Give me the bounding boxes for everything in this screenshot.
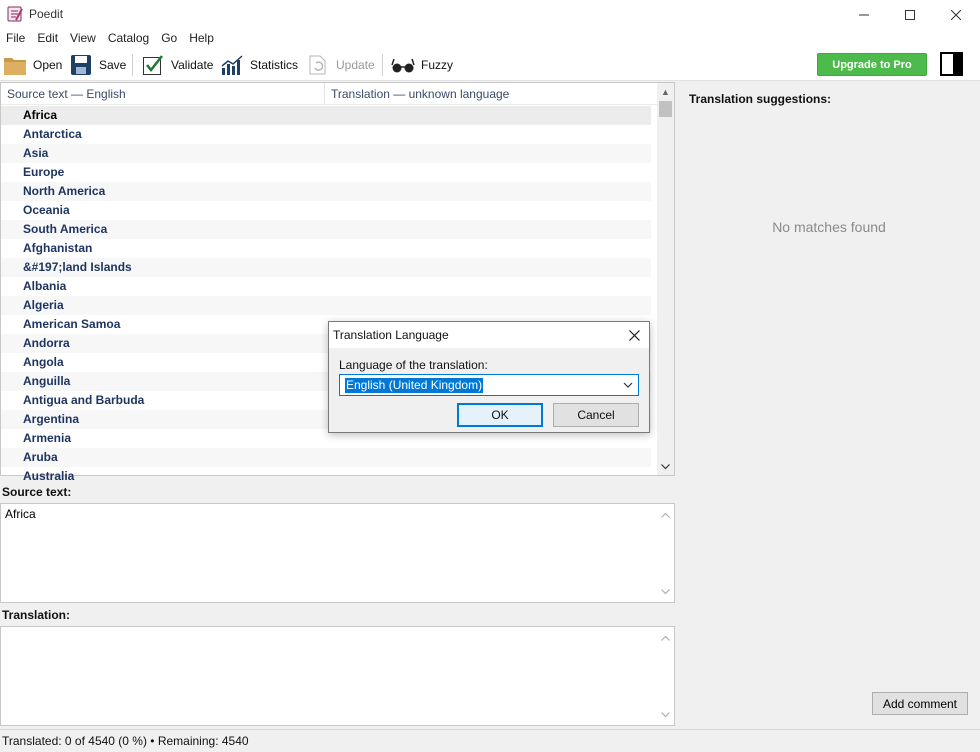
window-title: Poedit: [29, 7, 64, 21]
close-button[interactable]: [933, 0, 979, 29]
list-row[interactable]: Albania: [1, 277, 651, 296]
dialog-close-button[interactable]: [625, 326, 643, 344]
maximize-button[interactable]: [887, 0, 933, 29]
source-text-box[interactable]: Africa: [0, 503, 675, 603]
list-row[interactable]: Afghanistan: [1, 239, 651, 258]
statistics-button[interactable]: Statistics: [220, 51, 298, 78]
toolbar-separator: [132, 54, 133, 76]
save-button[interactable]: Save: [69, 51, 126, 78]
floppy-disk-icon: [69, 53, 93, 77]
menu-bar: File Edit View Catalog Go Help: [0, 29, 980, 48]
close-icon: [951, 9, 961, 20]
translation-language-dialog: Translation Language Language of the tra…: [328, 321, 650, 433]
suggestions-title: Translation suggestions:: [689, 92, 832, 106]
list-row[interactable]: &#197;land Islands: [1, 258, 651, 277]
menu-catalog[interactable]: Catalog: [102, 29, 155, 48]
list-row[interactable]: Antarctica: [1, 125, 651, 144]
language-selected-value: English (United Kingdom): [343, 377, 485, 394]
poedit-app-icon: [7, 6, 23, 22]
glasses-icon: [391, 53, 415, 77]
menu-file[interactable]: File: [0, 29, 31, 48]
no-matches-text: No matches found: [772, 219, 886, 235]
dialog-title-bar: Translation Language: [329, 322, 649, 348]
update-icon: [306, 53, 330, 77]
scroll-down-arrow-icon[interactable]: [657, 458, 674, 475]
scroll-up-arrow-icon[interactable]: ▲: [657, 83, 674, 100]
minimize-icon: [859, 14, 869, 15]
list-row[interactable]: Aruba: [1, 448, 651, 467]
menu-view[interactable]: View: [64, 29, 102, 48]
scrollbar-thumb[interactable]: [659, 101, 672, 117]
checkmark-icon: [141, 53, 165, 77]
upgrade-to-pro-button[interactable]: Upgrade to Pro: [817, 53, 927, 76]
suggestions-panel: Translation suggestions: No matches foun…: [678, 82, 980, 728]
status-text: Translated: 0 of 4540 (0 %) • Remaining:…: [2, 734, 249, 748]
fuzzy-label: Fuzzy: [421, 57, 454, 72]
add-comment-button[interactable]: Add comment: [872, 692, 968, 715]
minimize-button[interactable]: [841, 0, 887, 29]
save-label: Save: [99, 57, 127, 72]
statistics-label: Statistics: [250, 57, 299, 72]
list-row[interactable]: South America: [1, 220, 651, 239]
status-bar: Translated: 0 of 4540 (0 %) • Remaining:…: [0, 729, 980, 752]
chevron-down-icon: [623, 382, 633, 388]
dialog-title: Translation Language: [333, 328, 449, 342]
sidebar-toggle-icon[interactable]: [940, 52, 963, 76]
scroll-down-arrow-icon[interactable]: [657, 706, 674, 723]
update-label: Update: [336, 57, 375, 72]
list-scrollbar[interactable]: ▲: [657, 83, 674, 475]
validate-label: Validate: [171, 57, 214, 72]
source-text-label: Source text:: [2, 485, 72, 499]
translation-scrollbar[interactable]: [657, 627, 674, 725]
cancel-button[interactable]: Cancel: [553, 403, 639, 427]
list-row[interactable]: Asia: [1, 144, 651, 163]
translation-label: Translation:: [2, 608, 71, 622]
close-icon: [628, 329, 640, 341]
update-button[interactable]: Update: [306, 51, 375, 78]
list-row[interactable]: Algeria: [1, 296, 651, 315]
list-row[interactable]: Africa: [1, 106, 651, 125]
source-text-content: Africa: [5, 507, 36, 521]
list-row[interactable]: North America: [1, 182, 651, 201]
validate-button[interactable]: Validate: [141, 51, 213, 78]
menu-edit[interactable]: Edit: [31, 29, 64, 48]
ok-button[interactable]: OK: [457, 403, 543, 427]
language-label: Language of the translation:: [339, 358, 488, 372]
menu-help[interactable]: Help: [183, 29, 220, 48]
language-select[interactable]: English (United Kingdom): [339, 374, 639, 396]
list-header: Source text — English Translation — unkn…: [1, 83, 658, 105]
scroll-up-arrow-icon[interactable]: [657, 629, 674, 646]
list-row[interactable]: Australia: [1, 467, 651, 486]
open-button[interactable]: Open: [3, 51, 62, 78]
list-row[interactable]: Oceania: [1, 201, 651, 220]
column-translation-header[interactable]: Translation — unknown language: [325, 83, 509, 104]
folder-icon: [3, 53, 27, 77]
bar-chart-icon: [220, 53, 244, 77]
title-bar: Poedit: [0, 0, 980, 29]
scroll-up-arrow-icon[interactable]: [657, 506, 674, 523]
toolbar-separator: [382, 54, 383, 76]
list-row[interactable]: Europe: [1, 163, 651, 182]
menu-go[interactable]: Go: [155, 29, 183, 48]
translation-text-box[interactable]: [0, 626, 675, 726]
scroll-down-arrow-icon[interactable]: [657, 583, 674, 600]
fuzzy-button[interactable]: Fuzzy: [391, 51, 453, 78]
maximize-icon: [905, 9, 915, 20]
open-label: Open: [33, 57, 63, 72]
source-scrollbar[interactable]: [657, 504, 674, 602]
column-source-header[interactable]: Source text — English: [1, 83, 325, 104]
